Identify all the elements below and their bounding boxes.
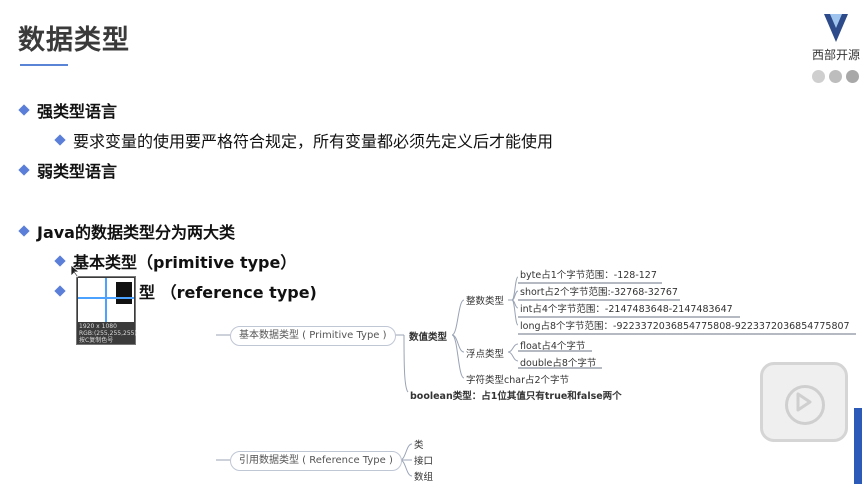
mindmap-float: float占4个字节 — [520, 341, 586, 352]
mindmap-integer: 整数类型 — [466, 296, 505, 307]
mindmap-boolean: boolean类型：占1位其值只有true和false两个 — [410, 391, 622, 402]
play-button[interactable] — [760, 362, 848, 442]
mindmap-long: long占8个字节范围：-9223372036854775808-9223372… — [520, 321, 850, 332]
mindmap-interface: 接口 — [414, 456, 434, 467]
mindmap-byte: byte占1个字节范围：-128-127 — [520, 270, 657, 281]
side-panel-edge — [854, 408, 862, 484]
mindmap-short: short占2个字节范围:-32768-32767 — [520, 287, 678, 298]
mindmap-double: double占8个字节 — [520, 358, 597, 369]
play-icon — [785, 385, 825, 425]
mindmap-float-type: 浮点类型 — [466, 349, 505, 360]
mindmap-array: 数组 — [414, 472, 434, 483]
mindmap-node-primitive: 基本数据类型 ( Primitive Type ) — [230, 326, 396, 346]
mindmap-numeric: 数值类型 — [409, 332, 448, 343]
mindmap-int: int占4个字节范围：-2147483648-2147483647 — [520, 304, 733, 315]
mindmap-node-reference: 引用数据类型 ( Reference Type ) — [230, 451, 402, 471]
mindmap-char: 字符类型char占2个字节 — [466, 375, 570, 386]
mindmap-class: 类 — [414, 440, 424, 451]
mindmap-connectors — [216, 276, 856, 477]
